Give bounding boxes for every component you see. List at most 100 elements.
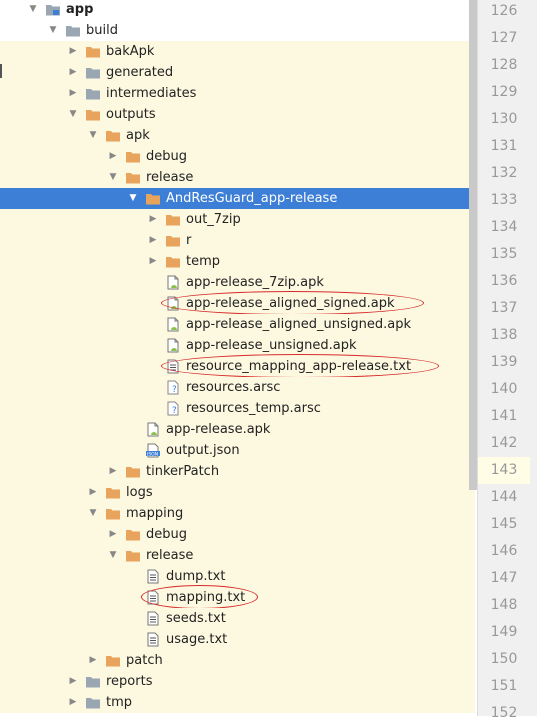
tree-item-patch[interactable]: ▶ patch <box>0 650 475 671</box>
expand-arrow-icon[interactable]: ▼ <box>107 167 119 188</box>
tree-item-app-release-7zip-apk[interactable]: app-release_7zip.apk <box>0 272 475 293</box>
tree-item-dump-txt[interactable]: dump.txt <box>0 566 475 587</box>
expand-arrow-icon[interactable]: ▼ <box>47 20 59 41</box>
tree-item-reports[interactable]: ▶ reports <box>0 671 475 692</box>
tree-item-outputs[interactable]: ▼ outputs <box>0 104 475 125</box>
tree-item-temp[interactable]: ▶ temp <box>0 251 475 272</box>
tree-item-label: release <box>146 548 194 563</box>
project-tree[interactable]: ▼ app ▼ build ▶ bakApk ▶ generated ▶ intermediate… <box>0 0 475 716</box>
tree-item-debug[interactable]: ▶ debug <box>0 524 475 545</box>
tree-item-label: intermediates <box>106 86 197 101</box>
collapse-arrow-icon[interactable]: ▶ <box>147 251 159 272</box>
tree-item-app-release-aligned-signed-apk[interactable]: app-release_aligned_signed.apk <box>0 293 475 314</box>
tree-item-resources-arsc[interactable]: ? resources.arsc <box>0 377 475 398</box>
collapse-arrow-icon[interactable]: ▶ <box>147 230 159 251</box>
tree-item-resource-mapping-app-release-txt[interactable]: resource_mapping_app-release.txt <box>0 356 475 377</box>
tree-item-usage-txt[interactable]: usage.txt <box>0 629 475 650</box>
folder-icon <box>85 695 101 710</box>
folder-icon <box>165 212 181 227</box>
line-number: 138 <box>490 327 518 343</box>
tree-item-label: resource_mapping_app-release.txt <box>186 359 412 374</box>
collapse-arrow-icon[interactable]: ▶ <box>67 41 79 62</box>
tree-item-label: outputs <box>106 107 156 122</box>
line-number: 132 <box>490 165 518 181</box>
apk-file-icon <box>165 338 181 353</box>
collapse-arrow-icon[interactable]: ▶ <box>107 146 119 167</box>
tree-item-r[interactable]: ▶ r <box>0 230 475 251</box>
tree-item-label: mapping.txt <box>166 590 246 605</box>
tree-item-app-release-unsigned-apk[interactable]: app-release_unsigned.apk <box>0 335 475 356</box>
tree-item-label: usage.txt <box>166 632 228 647</box>
collapse-arrow-icon[interactable]: ▶ <box>147 209 159 230</box>
expand-arrow-icon[interactable]: ▼ <box>27 0 39 20</box>
line-number: 131 <box>490 138 518 154</box>
apk-file-icon <box>145 422 161 437</box>
tree-item-app[interactable]: ▼ app <box>0 0 475 20</box>
tree-item-debug[interactable]: ▶ debug <box>0 146 475 167</box>
collapse-arrow-icon[interactable]: ▶ <box>67 83 79 104</box>
collapse-arrow-icon[interactable]: ▶ <box>67 62 79 83</box>
text-file-icon <box>145 590 161 605</box>
tree-item-label: output.json <box>166 443 240 458</box>
folder-icon <box>85 44 101 59</box>
expand-arrow-icon[interactable]: ▼ <box>107 545 119 566</box>
collapse-arrow-icon[interactable]: ▶ <box>67 692 79 713</box>
tree-item-label: resources.arsc <box>186 380 281 395</box>
line-number: 141 <box>490 408 518 424</box>
tree-item-andresguard-app-release[interactable]: ▼ AndResGuard_app-release <box>0 188 475 209</box>
tree-item-app-release-aligned-unsigned-apk[interactable]: app-release_aligned_unsigned.apk <box>0 314 475 335</box>
tree-item-build[interactable]: ▼ build <box>0 20 475 41</box>
tree-item-release[interactable]: ▼ release <box>0 167 475 188</box>
tree-item-out-7zip[interactable]: ▶ out_7zip <box>0 209 475 230</box>
tree-item-label: debug <box>146 149 187 164</box>
tree-item-label: AndResGuard_app-release <box>166 191 338 206</box>
tree-item-seeds-txt[interactable]: seeds.txt <box>0 608 475 629</box>
expand-arrow-icon[interactable]: ▼ <box>67 104 79 125</box>
tree-item-intermediates[interactable]: ▶ intermediates <box>0 83 475 104</box>
tree-item-resources-temp-arsc[interactable]: ? resources_temp.arsc <box>0 398 475 419</box>
tree-item-tmp[interactable]: ▶ tmp <box>0 692 475 713</box>
collapse-arrow-icon[interactable]: ▶ <box>107 524 119 545</box>
tree-item-label: app-release_aligned_signed.apk <box>186 296 395 311</box>
text-file-icon <box>145 611 161 626</box>
line-number: 147 <box>490 570 518 586</box>
unknown-file-icon: ? <box>165 380 181 395</box>
line-number: 144 <box>490 489 518 505</box>
folder-icon <box>125 527 141 542</box>
tree-item-bakapk[interactable]: ▶ bakApk <box>0 41 475 62</box>
tree-item-mapping[interactable]: ▼ mapping <box>0 503 475 524</box>
collapse-arrow-icon[interactable]: ▶ <box>87 482 99 503</box>
tree-item-apk[interactable]: ▼ apk <box>0 125 475 146</box>
tree-item-label: app-release.apk <box>166 422 271 437</box>
folder-icon <box>105 506 121 521</box>
tree-scrollbar[interactable] <box>469 0 477 490</box>
tree-item-label: apk <box>126 128 150 143</box>
line-number: 148 <box>490 597 518 613</box>
tree-item-label: app-release_unsigned.apk <box>186 338 357 353</box>
tree-item-generated[interactable]: ▶ generated <box>0 62 475 83</box>
expand-arrow-icon[interactable]: ▼ <box>87 503 99 524</box>
collapse-arrow-icon[interactable]: ▶ <box>67 671 79 692</box>
folder-icon <box>85 65 101 80</box>
collapse-arrow-icon[interactable]: ▶ <box>107 461 119 482</box>
collapse-arrow-icon[interactable]: ▶ <box>87 650 99 671</box>
folder-icon <box>65 23 81 38</box>
expand-arrow-icon[interactable]: ▼ <box>87 125 99 146</box>
tree-item-app-release-apk[interactable]: app-release.apk <box>0 419 475 440</box>
folder-icon <box>85 107 101 122</box>
folder-icon <box>125 548 141 563</box>
tree-item-logs[interactable]: ▶ logs <box>0 482 475 503</box>
edge-marker <box>0 70 2 78</box>
tree-item-tinkerpatch[interactable]: ▶ tinkerPatch <box>0 461 475 482</box>
tree-item-output-json[interactable]: JSON output.json <box>0 440 475 461</box>
svg-text:?: ? <box>172 385 177 395</box>
tree-item-release[interactable]: ▼ release <box>0 545 475 566</box>
tree-item-label: app-release_aligned_unsigned.apk <box>186 317 411 332</box>
line-number: 140 <box>490 381 518 397</box>
tree-item-mapping-txt[interactable]: mapping.txt <box>0 587 475 608</box>
apk-file-icon <box>165 317 181 332</box>
folder-icon <box>165 233 181 248</box>
apk-file-icon <box>165 296 181 311</box>
expand-arrow-icon[interactable]: ▼ <box>127 188 139 209</box>
tree-item-label: debug <box>146 527 187 542</box>
